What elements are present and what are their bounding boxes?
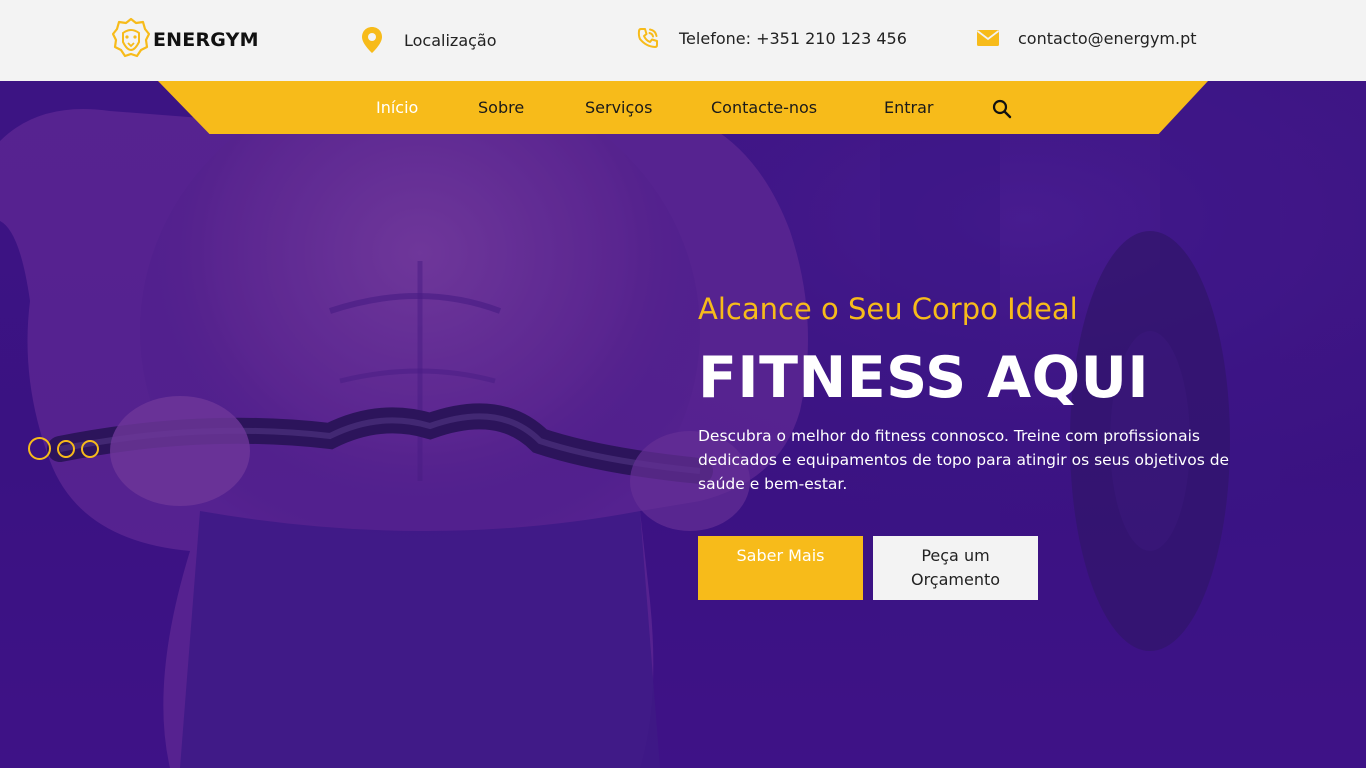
slider-dot-3[interactable] bbox=[81, 439, 99, 458]
nav-item-contacte-nos[interactable]: Contacte-nos bbox=[711, 98, 817, 117]
email-info[interactable]: contacto@energym.pt bbox=[976, 22, 1197, 54]
phone-info[interactable]: Telefone: +351 210 123 456 bbox=[636, 22, 907, 54]
hero-title: FITNESS AQUI bbox=[698, 345, 1150, 411]
main-nav: Início Sobre Serviços Contacte-nos Entra… bbox=[158, 81, 1208, 134]
slider-dot-1[interactable] bbox=[28, 437, 51, 460]
request-quote-button[interactable]: Peça um Orçamento bbox=[873, 536, 1038, 600]
location-info[interactable]: Localização bbox=[360, 24, 497, 56]
hero-description: Descubra o melhor do fitness connosco. T… bbox=[698, 427, 1230, 493]
nav-item-sobre[interactable]: Sobre bbox=[478, 98, 524, 117]
phone-label: Telefone: +351 210 123 456 bbox=[679, 28, 907, 48]
brand-logo[interactable]: ENERGYM bbox=[111, 17, 259, 63]
map-pin-icon bbox=[360, 26, 384, 54]
location-label: Localização bbox=[404, 30, 497, 50]
lion-icon bbox=[111, 17, 151, 63]
slider-dots bbox=[28, 437, 105, 460]
nav-item-servicos[interactable]: Serviços bbox=[585, 98, 652, 117]
email-label: contacto@energym.pt bbox=[1018, 28, 1197, 48]
envelope-icon bbox=[976, 29, 1000, 47]
hero-subtitle: Alcance o Seu Corpo Ideal bbox=[698, 292, 1078, 326]
phone-icon bbox=[636, 26, 660, 50]
nav-item-inicio[interactable]: Início bbox=[376, 98, 418, 117]
search-icon[interactable] bbox=[992, 99, 1012, 119]
slider-dot-2[interactable] bbox=[57, 439, 75, 458]
brand-name: ENERGYM bbox=[153, 29, 259, 51]
nav-item-entrar[interactable]: Entrar bbox=[884, 98, 933, 117]
top-bar: ENERGYM Localização Telefone: +351 210 1… bbox=[0, 0, 1366, 81]
learn-more-button[interactable]: Saber Mais bbox=[698, 536, 863, 600]
